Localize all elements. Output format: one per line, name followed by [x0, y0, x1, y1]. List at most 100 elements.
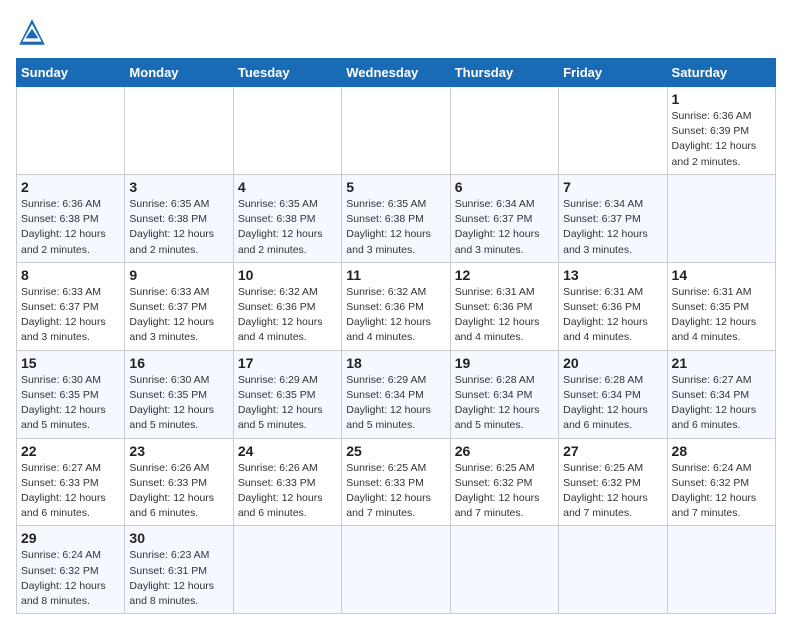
weekday-header: Thursday: [450, 59, 558, 87]
day-detail: Sunrise: 6:33 AMSunset: 6:37 PMDaylight:…: [129, 285, 228, 346]
table-row: 22 Sunrise: 6:27 AMSunset: 6:33 PMDayligh…: [17, 438, 125, 526]
table-row: 19 Sunrise: 6:28 AMSunset: 6:34 PMDayligh…: [450, 350, 558, 438]
day-detail: Sunrise: 6:31 AMSunset: 6:35 PMDaylight:…: [672, 285, 771, 346]
day-detail: Sunrise: 6:28 AMSunset: 6:34 PMDaylight:…: [563, 373, 662, 434]
calendar-week: 8 Sunrise: 6:33 AMSunset: 6:37 PMDaylight…: [17, 262, 776, 350]
day-detail: Sunrise: 6:33 AMSunset: 6:37 PMDaylight:…: [21, 285, 120, 346]
day-number: 28: [672, 443, 771, 459]
empty-cell: [233, 87, 341, 175]
day-number: 22: [21, 443, 120, 459]
day-number: 5: [346, 179, 445, 195]
table-row: 20 Sunrise: 6:28 AMSunset: 6:34 PMDayligh…: [559, 350, 667, 438]
calendar-week: 2 Sunrise: 6:36 AMSunset: 6:38 PMDaylight…: [17, 174, 776, 262]
day-number: 7: [563, 179, 662, 195]
empty-cell: [559, 87, 667, 175]
day-number: 2: [21, 179, 120, 195]
day-detail: Sunrise: 6:35 AMSunset: 6:38 PMDaylight:…: [129, 197, 228, 258]
table-row: 9 Sunrise: 6:33 AMSunset: 6:37 PMDaylight…: [125, 262, 233, 350]
day-number: 18: [346, 355, 445, 371]
weekday-header: Sunday: [17, 59, 125, 87]
day-detail: Sunrise: 6:34 AMSunset: 6:37 PMDaylight:…: [455, 197, 554, 258]
day-detail: Sunrise: 6:36 AMSunset: 6:38 PMDaylight:…: [21, 197, 120, 258]
calendar-week: 29Sunrise: 6:24 AMSunset: 6:32 PMDayligh…: [17, 526, 776, 614]
table-row: 2 Sunrise: 6:36 AMSunset: 6:38 PMDaylight…: [17, 174, 125, 262]
day-number: 23: [129, 443, 228, 459]
day-number: 21: [672, 355, 771, 371]
table-row: 29Sunrise: 6:24 AMSunset: 6:32 PMDayligh…: [17, 526, 125, 614]
empty-cell: [667, 526, 775, 614]
table-row: 12Sunrise: 6:31 AMSunset: 6:36 PMDayligh…: [450, 262, 558, 350]
day-detail: Sunrise: 6:27 AMSunset: 6:34 PMDaylight:…: [672, 373, 771, 434]
day-number: 30: [129, 530, 228, 546]
day-number: 25: [346, 443, 445, 459]
day-number: 14: [672, 267, 771, 283]
day-detail: Sunrise: 6:31 AMSunset: 6:36 PMDaylight:…: [455, 285, 554, 346]
table-row: 16Sunrise: 6:30 AMSunset: 6:35 PMDayligh…: [125, 350, 233, 438]
day-detail: Sunrise: 6:25 AMSunset: 6:32 PMDaylight:…: [563, 461, 662, 522]
day-detail: Sunrise: 6:34 AMSunset: 6:37 PMDaylight:…: [563, 197, 662, 258]
empty-cell: [233, 526, 341, 614]
day-number: 26: [455, 443, 554, 459]
table-row: 4Sunrise: 6:35 AMSunset: 6:38 PMDaylight…: [233, 174, 341, 262]
day-number: 10: [238, 267, 337, 283]
calendar-table: SundayMondayTuesdayWednesdayThursdayFrid…: [16, 58, 776, 614]
day-number: 24: [238, 443, 337, 459]
weekday-header: Friday: [559, 59, 667, 87]
logo: [16, 16, 54, 48]
calendar-week: 15Sunrise: 6:30 AMSunset: 6:35 PMDayligh…: [17, 350, 776, 438]
day-detail: Sunrise: 6:27 AMSunset: 6:33 PMDaylight:…: [21, 461, 120, 522]
table-row: 28Sunrise: 6:24 AMSunset: 6:32 PMDayligh…: [667, 438, 775, 526]
logo-icon: [16, 16, 48, 48]
day-number: 9: [129, 267, 228, 283]
day-number: 6: [455, 179, 554, 195]
weekday-header: Monday: [125, 59, 233, 87]
table-row: 5 Sunrise: 6:35 AMSunset: 6:38 PMDaylight…: [342, 174, 450, 262]
weekday-header: Tuesday: [233, 59, 341, 87]
day-number: 1: [672, 91, 771, 107]
day-detail: Sunrise: 6:25 AMSunset: 6:32 PMDaylight:…: [455, 461, 554, 522]
day-detail: Sunrise: 6:26 AMSunset: 6:33 PMDaylight:…: [238, 461, 337, 522]
empty-cell: [450, 526, 558, 614]
day-number: 20: [563, 355, 662, 371]
empty-cell: [559, 526, 667, 614]
day-detail: Sunrise: 6:35 AMSunset: 6:38 PMDaylight:…: [346, 197, 445, 258]
empty-cell: [125, 87, 233, 175]
page-header: [16, 16, 776, 48]
day-detail: Sunrise: 6:25 AMSunset: 6:33 PMDaylight:…: [346, 461, 445, 522]
day-number: 19: [455, 355, 554, 371]
weekday-header: Saturday: [667, 59, 775, 87]
calendar-week: 22 Sunrise: 6:27 AMSunset: 6:33 PMDayligh…: [17, 438, 776, 526]
day-detail: Sunrise: 6:30 AMSunset: 6:35 PMDaylight:…: [21, 373, 120, 434]
table-row: 24 Sunrise: 6:26 AMSunset: 6:33 PMDayligh…: [233, 438, 341, 526]
day-detail: Sunrise: 6:29 AMSunset: 6:34 PMDaylight:…: [346, 373, 445, 434]
day-detail: Sunrise: 6:32 AMSunset: 6:36 PMDaylight:…: [346, 285, 445, 346]
day-detail: Sunrise: 6:35 AMSunset: 6:38 PMDaylight:…: [238, 197, 337, 258]
day-number: 29: [21, 530, 120, 546]
table-row: 3Sunrise: 6:35 AMSunset: 6:38 PMDaylight…: [125, 174, 233, 262]
day-detail: Sunrise: 6:32 AMSunset: 6:36 PMDaylight:…: [238, 285, 337, 346]
day-number: 16: [129, 355, 228, 371]
day-detail: Sunrise: 6:28 AMSunset: 6:34 PMDaylight:…: [455, 373, 554, 434]
empty-cell: [342, 87, 450, 175]
table-row: 15Sunrise: 6:30 AMSunset: 6:35 PMDayligh…: [17, 350, 125, 438]
table-row: 27 Sunrise: 6:25 AMSunset: 6:32 PMDayligh…: [559, 438, 667, 526]
table-row: 6 Sunrise: 6:34 AMSunset: 6:37 PMDaylight…: [450, 174, 558, 262]
table-row: 13Sunrise: 6:31 AMSunset: 6:36 PMDayligh…: [559, 262, 667, 350]
calendar-week: 1Sunrise: 6:36 AMSunset: 6:39 PMDaylight…: [17, 87, 776, 175]
day-number: 8: [21, 267, 120, 283]
table-row: 26 Sunrise: 6:25 AMSunset: 6:32 PMDayligh…: [450, 438, 558, 526]
calendar-header: SundayMondayTuesdayWednesdayThursdayFrid…: [17, 59, 776, 87]
day-number: 11: [346, 267, 445, 283]
weekday-header: Wednesday: [342, 59, 450, 87]
day-number: 17: [238, 355, 337, 371]
table-row: 17Sunrise: 6:29 AMSunset: 6:35 PMDayligh…: [233, 350, 341, 438]
table-row: 21 Sunrise: 6:27 AMSunset: 6:34 PMDayligh…: [667, 350, 775, 438]
empty-cell: [667, 174, 775, 262]
table-row: 30 Sunrise: 6:23 AMSunset: 6:31 PMDayligh…: [125, 526, 233, 614]
calendar-body: 1Sunrise: 6:36 AMSunset: 6:39 PMDaylight…: [17, 87, 776, 614]
day-number: 27: [563, 443, 662, 459]
table-row: 10 Sunrise: 6:32 AMSunset: 6:36 PMDayligh…: [233, 262, 341, 350]
day-detail: Sunrise: 6:23 AMSunset: 6:31 PMDaylight:…: [129, 548, 228, 609]
day-detail: Sunrise: 6:26 AMSunset: 6:33 PMDaylight:…: [129, 461, 228, 522]
day-detail: Sunrise: 6:31 AMSunset: 6:36 PMDaylight:…: [563, 285, 662, 346]
